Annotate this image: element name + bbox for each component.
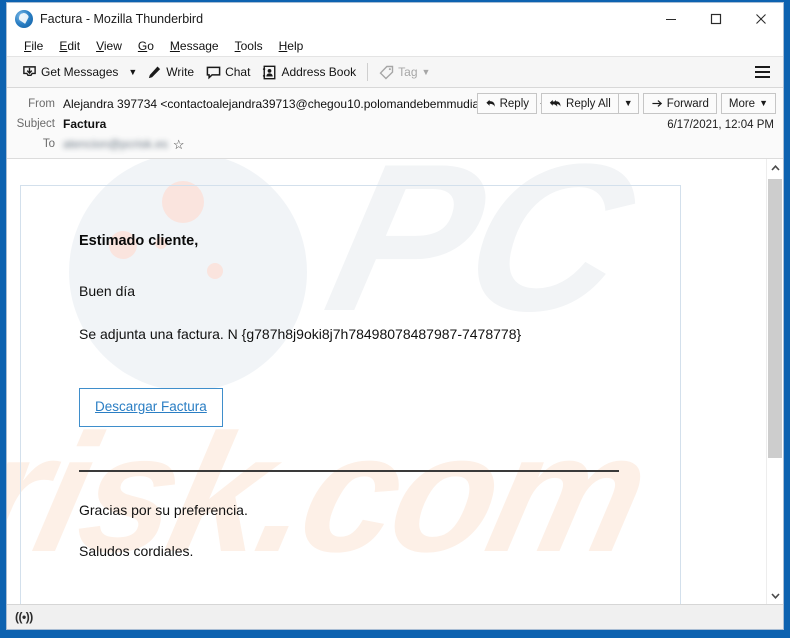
menu-view[interactable]: View <box>88 36 130 56</box>
descargar-factura-button[interactable]: Descargar Factura <box>79 388 223 427</box>
reply-all-button[interactable]: Reply All <box>541 93 619 114</box>
close-button[interactable] <box>738 3 783 35</box>
maximize-icon <box>710 13 721 25</box>
menu-go[interactable]: Go <box>130 36 162 56</box>
hamburger-menu-icon-bar3 <box>754 76 770 78</box>
reply-button[interactable]: Reply <box>476 93 538 114</box>
app-menu-button[interactable] <box>747 59 777 85</box>
email-greeting: Estimado cliente, <box>79 233 199 249</box>
scrollbar-thumb[interactable] <box>768 179 782 458</box>
menu-help[interactable]: Help <box>271 36 312 56</box>
speech-bubble-icon <box>206 66 221 79</box>
chat-label: Chat <box>225 65 251 79</box>
thunderbird-icon <box>15 10 33 28</box>
window-title: Factura - Mozilla Thunderbird <box>40 12 204 26</box>
chevron-down-icon: ▼ <box>421 66 431 77</box>
chevron-down-icon: ▼ <box>759 98 768 108</box>
minimize-button[interactable] <box>648 3 693 35</box>
address-book-label: Address Book <box>281 65 357 79</box>
reply-all-dropdown[interactable]: ▼ <box>618 93 639 114</box>
tag-label: Tag <box>398 65 418 79</box>
get-messages-dropdown[interactable]: ▼ <box>124 60 141 84</box>
menu-edit[interactable]: Edit <box>51 36 88 56</box>
more-button[interactable]: More ▼ <box>720 93 776 114</box>
email-body-content: Estimado cliente, Buen día Se adjunta un… <box>79 233 639 584</box>
to-label: To <box>42 138 55 150</box>
reply-all-arrow-icon <box>549 99 561 107</box>
chevron-up-icon <box>770 164 780 171</box>
star-outline-icon[interactable]: ☆ <box>173 138 185 151</box>
message-body-scroll-area: PC risk.com Estimado cliente, Buen día S… <box>7 159 766 604</box>
toolbar-separator <box>367 63 369 81</box>
thunderbird-window: Factura - Mozilla Thunderbird File Edit … <box>6 2 784 630</box>
get-messages-button[interactable]: Get Messages <box>16 60 124 84</box>
scrollbar-track[interactable] <box>767 176 783 587</box>
email-footer-1: Gracias por su preferencia. <box>79 501 248 518</box>
from-label: From <box>28 98 55 110</box>
download-inbox-icon <box>23 65 36 76</box>
subject-label: Subject <box>16 118 55 130</box>
menu-bar: File Edit View Go Message Tools Help <box>7 35 783 57</box>
menu-file[interactable]: File <box>16 36 51 56</box>
tag-button[interactable]: Tag ▼ <box>373 60 436 84</box>
broadcast-icon[interactable]: ((•)) <box>15 610 33 624</box>
minimize-icon <box>665 19 676 20</box>
address-book-icon <box>263 65 276 79</box>
write-label: Write <box>166 65 195 79</box>
email-line-2: Se adjunta una factura. N {g787h8j9oki8j… <box>79 326 522 342</box>
message-date: 6/17/2021, 12:04 PM <box>667 119 774 131</box>
status-bar: ((•)) <box>7 604 783 629</box>
hamburger-menu-icon <box>754 66 770 68</box>
email-line-1: Buen día <box>79 283 136 299</box>
message-action-buttons: Reply Reply All ▼ Forward More ▼ <box>473 93 776 114</box>
hamburger-menu-icon-bar2 <box>754 71 770 73</box>
address-book-button[interactable]: Address Book <box>256 60 362 84</box>
menu-tools[interactable]: Tools <box>227 36 271 56</box>
maximize-button[interactable] <box>693 3 738 35</box>
to-value-redacted[interactable]: atencion@pcrisk.es <box>63 137 168 151</box>
download-button-wrapper: Descargar Factura <box>79 388 639 427</box>
reply-label: Reply <box>499 97 530 110</box>
message-header: From Alejandra 397734 <contactoalejandra… <box>7 88 783 159</box>
from-value[interactable]: Alejandra 397734 <contactoalejandra39713… <box>63 97 534 111</box>
subject-value: Factura <box>63 117 107 131</box>
email-divider <box>79 469 619 472</box>
chevron-down-icon: ▼ <box>623 98 633 108</box>
get-messages-label: Get Messages <box>41 65 119 79</box>
forward-button[interactable]: Forward <box>642 93 717 114</box>
forward-label: Forward <box>666 97 709 110</box>
reply-all-label: Reply All <box>566 97 611 110</box>
to-row: To atencion@pcrisk.es ☆ <box>7 134 783 154</box>
menu-message[interactable]: Message <box>162 36 227 56</box>
more-label: More <box>728 97 756 110</box>
title-bar: Factura - Mozilla Thunderbird <box>7 3 783 35</box>
window-controls <box>648 3 783 35</box>
chat-button[interactable]: Chat <box>200 60 256 84</box>
reply-arrow-icon <box>485 99 495 107</box>
chevron-down-icon <box>770 592 780 599</box>
scroll-down-button[interactable] <box>767 587 783 604</box>
write-button[interactable]: Write <box>141 60 200 84</box>
chevron-down-icon: ▼ <box>128 66 138 77</box>
email-footer-2: Saludos cordiales. <box>79 542 194 559</box>
scroll-up-button[interactable] <box>767 159 783 176</box>
message-body-pane: PC risk.com Estimado cliente, Buen día S… <box>7 159 783 604</box>
tag-icon <box>379 65 394 79</box>
main-toolbar: Get Messages ▼ Write Chat Address Book T… <box>7 57 783 88</box>
close-icon <box>755 14 766 24</box>
pencil-icon <box>149 66 161 78</box>
forward-arrow-icon <box>652 100 662 107</box>
vertical-scrollbar[interactable] <box>766 159 783 604</box>
